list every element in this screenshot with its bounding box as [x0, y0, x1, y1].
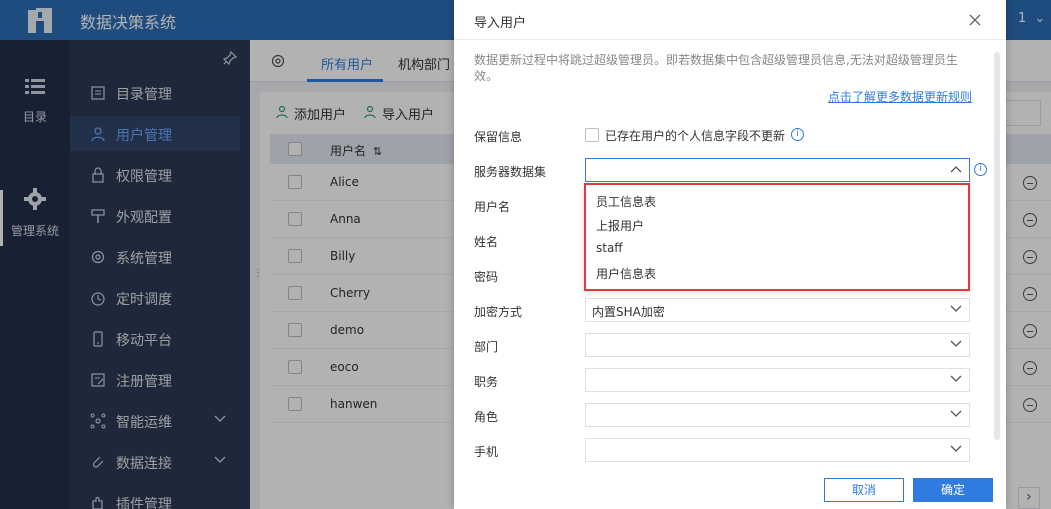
server-dataset-dropdown: 员工信息表 上报用户 staff 用户信息表: [584, 183, 970, 291]
encryption-select[interactable]: 内置SHA加密: [585, 298, 970, 322]
dialog-header: 导入用户: [454, 0, 1006, 40]
server-dataset-select[interactable]: [585, 158, 970, 182]
realname-label: 姓名: [474, 235, 499, 249]
chevron-down-icon: [950, 445, 962, 452]
encryption-label: 加密方式: [474, 305, 523, 319]
role-label: 角色: [474, 410, 499, 424]
import-user-dialog: 导入用户 数据更新过程中将跳过超级管理员。即若数据集中包含超级管理员信息,无法对…: [454, 0, 1006, 509]
info-icon[interactable]: i: [974, 163, 987, 176]
cancel-button[interactable]: 取消: [824, 478, 904, 502]
dropdown-option[interactable]: staff: [596, 241, 623, 255]
chevron-down-icon: [950, 305, 962, 312]
encryption-value: 内置SHA加密: [592, 305, 665, 319]
department-label: 部门: [474, 340, 499, 354]
department-select[interactable]: [585, 333, 970, 357]
dialog-title: 导入用户: [474, 16, 527, 31]
update-notice: 数据更新过程中将跳过超级管理员。即若数据集中包含超级管理员信息,无法对超级管理员…: [474, 53, 958, 83]
dropdown-option[interactable]: 用户信息表: [596, 265, 656, 282]
keep-info-checkbox[interactable]: [585, 128, 599, 142]
chevron-up-icon: [950, 166, 962, 173]
dropdown-option[interactable]: 员工信息表: [596, 193, 656, 210]
dropdown-option[interactable]: 上报用户: [596, 217, 644, 234]
position-select[interactable]: [585, 368, 970, 392]
role-select[interactable]: [585, 403, 970, 427]
dialog-scrollbar[interactable]: [994, 52, 1000, 440]
username-label: 用户名: [474, 200, 511, 214]
confirm-button[interactable]: 确定: [913, 478, 993, 502]
chevron-down-icon: [950, 340, 962, 347]
info-icon[interactable]: i: [791, 128, 804, 141]
server-dataset-label: 服务器数据集: [474, 165, 547, 179]
password-label: 密码: [474, 270, 499, 284]
learn-more-link[interactable]: 点击了解更多数据更新规则: [828, 88, 972, 105]
keep-info-label: 保留信息: [474, 130, 523, 144]
chevron-down-icon: [950, 375, 962, 382]
position-label: 职务: [474, 375, 499, 389]
keep-info-checkbox-label: 已存在用户的个人信息字段不更新: [605, 129, 786, 143]
chevron-down-icon: [950, 410, 962, 417]
mobile-label: 手机: [474, 445, 499, 459]
close-icon[interactable]: [968, 13, 982, 27]
mobile-select[interactable]: [585, 438, 970, 462]
